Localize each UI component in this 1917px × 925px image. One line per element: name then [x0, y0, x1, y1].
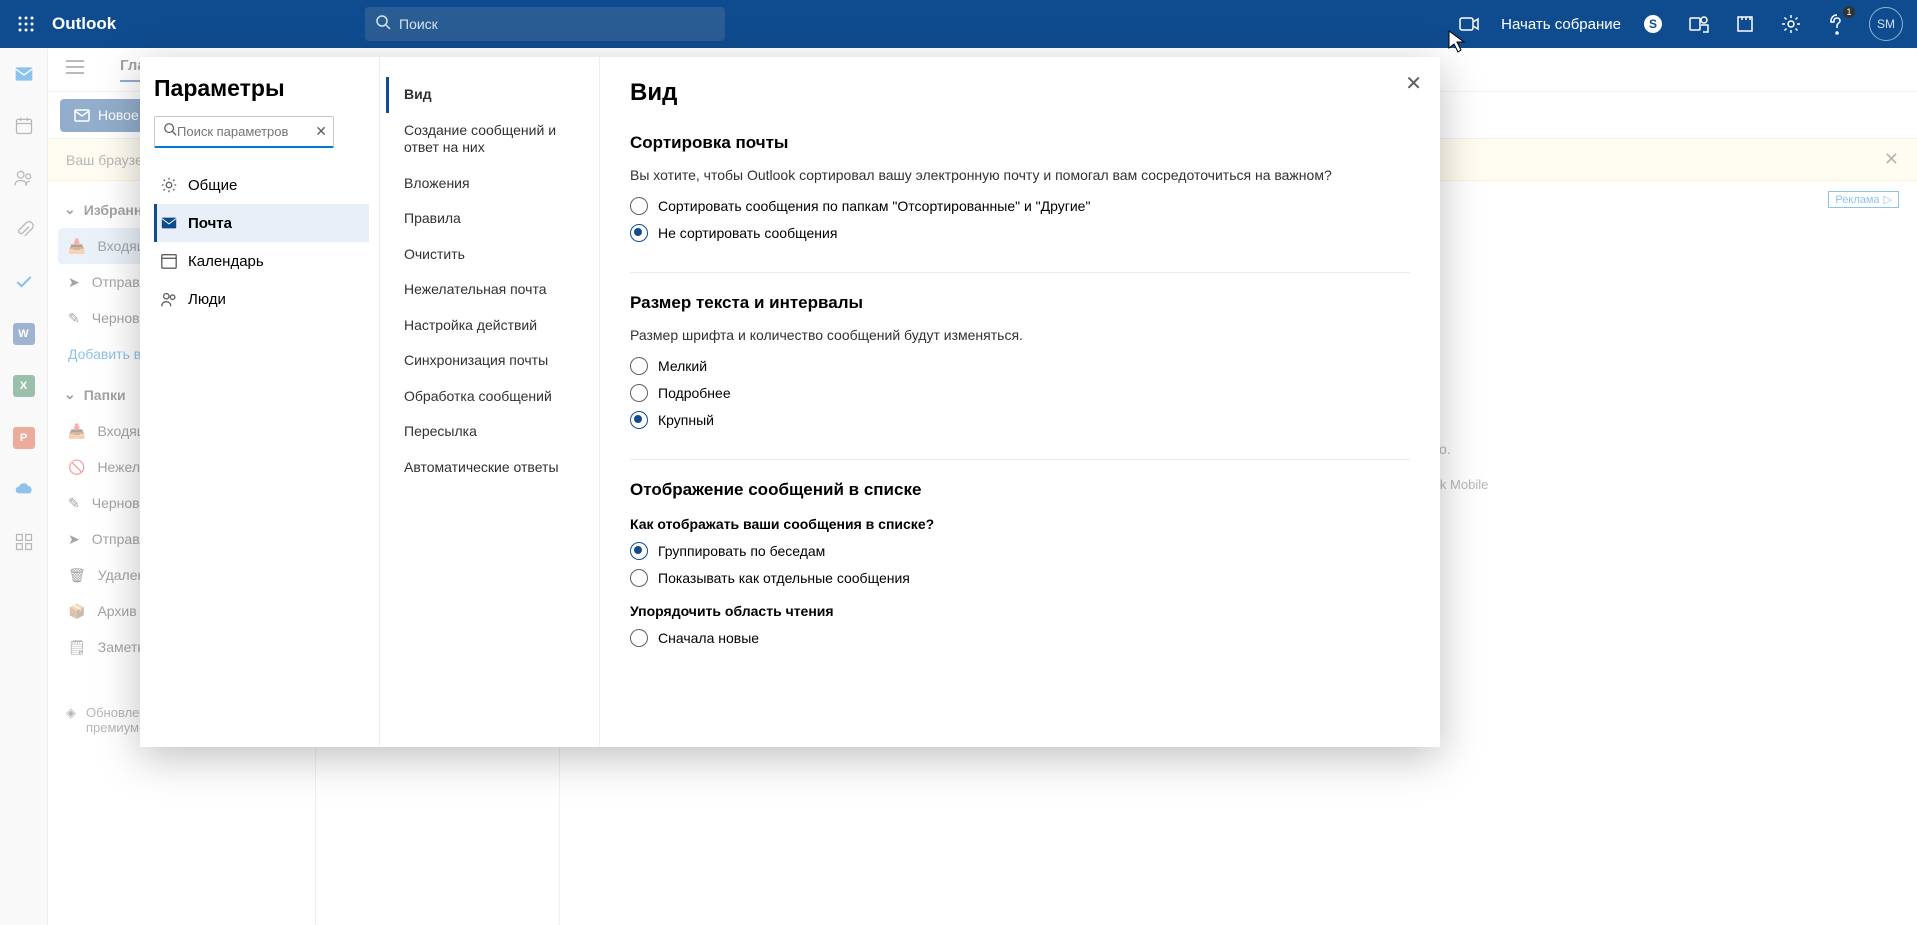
sub-auto-replies[interactable]: Автоматические ответы	[386, 450, 593, 486]
account-avatar[interactable]: SM	[1869, 7, 1903, 41]
sub-attachments[interactable]: Вложения	[386, 166, 593, 202]
sub-sweep[interactable]: Очистить	[386, 237, 593, 273]
density-small[interactable]: Мелкий	[630, 357, 1410, 375]
notes-icon[interactable]	[1731, 10, 1759, 38]
search-icon	[163, 122, 177, 141]
density-title: Размер текста и интервалы	[630, 293, 1410, 313]
msglist-question: Как отображать ваши сообщения в списке?	[630, 516, 1410, 532]
settings-search[interactable]: ✕	[154, 116, 334, 148]
category-people[interactable]: Люди	[154, 280, 369, 318]
settings-dialog: ✕ Параметры ✕ Общие Почта Календарь Люди…	[140, 57, 1440, 747]
meet-camera-icon[interactable]	[1455, 10, 1483, 38]
sub-actions[interactable]: Настройка действий	[386, 308, 593, 344]
svg-text:S: S	[1649, 17, 1657, 31]
density-medium[interactable]: Подробнее	[630, 384, 1410, 402]
sub-forwarding[interactable]: Пересылка	[386, 414, 593, 450]
category-mail[interactable]: Почта	[154, 204, 369, 242]
teams-icon[interactable]	[1685, 10, 1713, 38]
msglist-title: Отображение сообщений в списке	[630, 480, 1410, 500]
help-icon[interactable]: 1	[1823, 10, 1851, 38]
radio-icon	[630, 197, 648, 215]
msglist-separate[interactable]: Показывать как отдельные сообщения	[630, 569, 1410, 587]
sub-compose[interactable]: Создание сообщений и ответ на них	[386, 113, 593, 166]
radio-icon	[630, 357, 648, 375]
sub-handling[interactable]: Обработка сообщений	[386, 379, 593, 415]
sub-view[interactable]: Вид	[386, 77, 593, 113]
radio-icon	[630, 411, 648, 429]
sort-option-focused[interactable]: Сортировать сообщения по папкам "Отсорти…	[630, 197, 1410, 215]
close-icon[interactable]: ✕	[1405, 71, 1422, 96]
search-icon	[375, 14, 391, 35]
msglist-group[interactable]: Группировать по беседам	[630, 542, 1410, 560]
density-large[interactable]: Крупный	[630, 411, 1410, 429]
sub-junk[interactable]: Нежелательная почта	[386, 272, 593, 308]
radio-icon	[630, 569, 648, 587]
sort-option-none[interactable]: Не сортировать сообщения	[630, 224, 1410, 242]
radio-icon	[630, 384, 648, 402]
app-launcher-icon[interactable]	[10, 8, 42, 40]
sub-rules[interactable]: Правила	[386, 201, 593, 237]
reading-newest-first[interactable]: Сначала новые	[630, 629, 1410, 647]
clear-icon[interactable]: ✕	[315, 123, 327, 140]
density-desc: Размер шрифта и количество сообщений буд…	[630, 327, 1410, 343]
reading-order-label: Упорядочить область чтения	[630, 603, 1410, 619]
global-search[interactable]	[365, 7, 725, 41]
global-search-input[interactable]	[399, 16, 715, 32]
radio-icon	[630, 629, 648, 647]
radio-icon	[630, 542, 648, 560]
settings-icon[interactable]	[1777, 10, 1805, 38]
brand-label: Outlook	[52, 14, 116, 34]
category-calendar[interactable]: Календарь	[154, 242, 369, 280]
sort-desc: Вы хотите, чтобы Outlook сортировал вашу…	[630, 167, 1410, 183]
settings-title: Параметры	[154, 75, 369, 102]
category-general[interactable]: Общие	[154, 166, 369, 204]
settings-main-heading: Вид	[630, 79, 1410, 107]
skype-icon[interactable]: S	[1639, 10, 1667, 38]
start-meeting-button[interactable]: Начать собрание	[1501, 16, 1621, 33]
notif-badge: 1	[1843, 6, 1855, 18]
settings-search-input[interactable]	[177, 124, 325, 139]
sub-sync[interactable]: Синхронизация почты	[386, 343, 593, 379]
radio-icon	[630, 224, 648, 242]
sort-title: Сортировка почты	[630, 133, 1410, 153]
